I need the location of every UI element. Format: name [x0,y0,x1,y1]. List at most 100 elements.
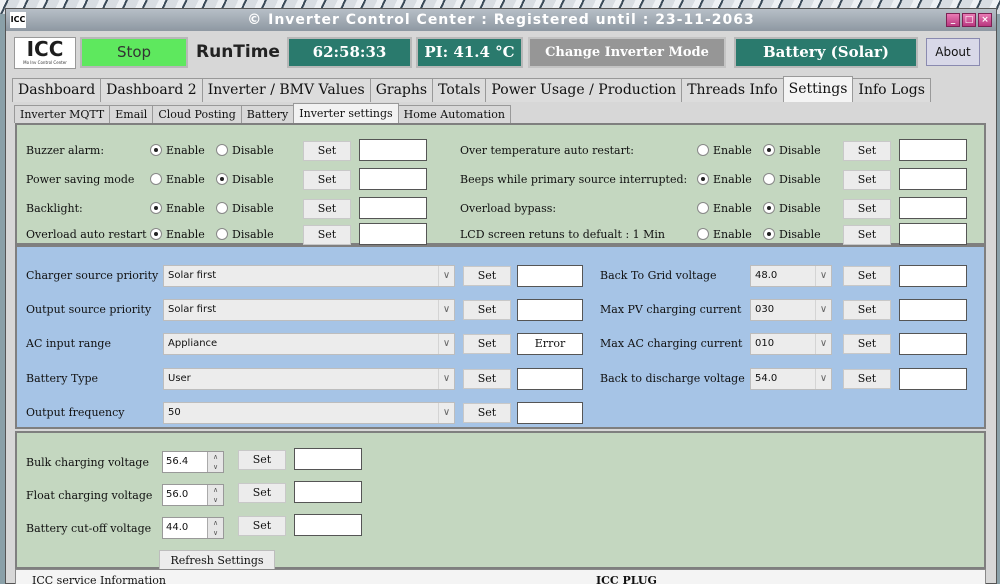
minimize-icon[interactable]: _ [946,13,960,27]
dropdown-select[interactable]: Solar first ∨ [163,299,455,321]
radio-disable[interactable] [216,144,228,156]
set-button[interactable]: Set [843,170,891,190]
toggle-left-3-enable-option[interactable]: Enable [150,228,205,242]
chevron-down-icon[interactable]: ∨ [438,334,454,354]
dropdown-select[interactable]: 54.0 ∨ [750,368,832,390]
toggle-left-2-disable-option[interactable]: Disable [216,202,274,216]
set-button[interactable]: Set [843,225,891,245]
dropdown-select[interactable]: 48.0 ∨ [750,265,832,287]
radio-disable[interactable] [216,228,228,240]
toggle-left-1-disable-option[interactable]: Disable [216,173,274,187]
toggle-left-3-disable-option[interactable]: Disable [216,228,274,242]
radio-enable[interactable] [150,228,162,240]
radio-enable[interactable] [697,173,709,185]
tab-info-logs[interactable]: Info Logs [852,78,931,102]
set-button[interactable]: Set [463,334,511,354]
select-label: Back to discharge voltage [600,372,745,385]
tab-threads-info[interactable]: Threads Info [681,78,784,102]
radio-disable[interactable] [763,228,775,240]
set-button[interactable]: Set [843,300,891,320]
tab-totals[interactable]: Totals [432,78,487,102]
subtab-cloud-posting[interactable]: Cloud Posting [152,105,242,123]
set-button[interactable]: Set [303,170,351,190]
maximize-icon[interactable]: □ [962,13,976,27]
toggle-right-2-disable-option[interactable]: Disable [763,202,821,216]
chevron-down-icon[interactable]: ∨ [815,369,831,389]
toggle-left-0-disable-option[interactable]: Disable [216,144,274,158]
toggle-right-3-enable-option[interactable]: Enable [697,228,752,242]
dropdown-select[interactable]: 50 ∨ [163,402,455,424]
tab-dashboard-2[interactable]: Dashboard 2 [100,78,203,102]
set-button[interactable]: Set [463,266,511,286]
tab-dashboard[interactable]: Dashboard [12,78,102,102]
tab-graphs[interactable]: Graphs [369,78,434,102]
set-button[interactable]: Set [843,266,891,286]
set-button[interactable]: Set [843,334,891,354]
radio-disable[interactable] [763,202,775,214]
chevron-down-icon[interactable]: ∨ [815,334,831,354]
close-icon[interactable]: × [978,13,992,27]
radio-enable[interactable] [697,202,709,214]
tab-power-usage-production[interactable]: Power Usage / Production [485,78,683,102]
subtab-email[interactable]: Email [109,105,154,123]
spinner-arrows-icon[interactable]: ∧ ∨ [207,452,223,472]
dropdown-select[interactable]: Solar first ∨ [163,265,455,287]
toggle-right-1-disable-option[interactable]: Disable [763,173,821,187]
radio-disable[interactable] [763,144,775,156]
set-button[interactable]: Set [463,300,511,320]
subtab-inverter-mqtt[interactable]: Inverter MQTT [14,105,111,123]
set-button[interactable]: Set [238,450,286,470]
subtab-inverter-settings[interactable]: Inverter settings [293,103,399,123]
about-button[interactable]: About [926,38,980,66]
set-button[interactable]: Set [843,141,891,161]
title-bar[interactable]: ICC © Inverter Control Center : Register… [6,9,996,31]
set-button[interactable]: Set [238,483,286,503]
toggle-right-3-disable-option[interactable]: Disable [763,228,821,242]
spinner-arrows-icon[interactable]: ∧ ∨ [207,485,223,505]
voltage-label: Bulk charging voltage [26,456,149,469]
dropdown-select[interactable]: 030 ∨ [750,299,832,321]
chevron-down-icon[interactable]: ∨ [438,369,454,389]
stop-button[interactable]: Stop [80,37,188,68]
dropdown-select[interactable]: 010 ∨ [750,333,832,355]
toggle-right-1-enable-option[interactable]: Enable [697,173,752,187]
toggle-right-2-enable-option[interactable]: Enable [697,202,752,216]
set-button[interactable]: Set [303,199,351,219]
voltage-spinbox[interactable]: 56.0 ∧ ∨ [162,484,224,506]
radio-enable[interactable] [150,173,162,185]
chevron-down-icon[interactable]: ∨ [438,300,454,320]
chevron-down-icon[interactable]: ∨ [438,403,454,423]
radio-disable[interactable] [216,202,228,214]
change-inverter-mode-button[interactable]: Change Inverter Mode [528,37,726,68]
toggle-left-0-enable-option[interactable]: Enable [150,144,205,158]
radio-enable[interactable] [697,228,709,240]
radio-enable[interactable] [150,144,162,156]
toggle-right-0-enable-option[interactable]: Enable [697,144,752,158]
toggle-left-2-enable-option[interactable]: Enable [150,202,205,216]
dropdown-select[interactable]: Appliance ∨ [163,333,455,355]
chevron-down-icon[interactable]: ∨ [815,266,831,286]
spinner-arrows-icon[interactable]: ∧ ∨ [207,518,223,538]
toggle-right-0-disable-option[interactable]: Disable [763,144,821,158]
subtab-home-automation[interactable]: Home Automation [397,105,512,123]
set-button[interactable]: Set [843,199,891,219]
radio-disable[interactable] [763,173,775,185]
radio-disable[interactable] [216,173,228,185]
set-button[interactable]: Set [843,369,891,389]
set-button[interactable]: Set [463,369,511,389]
subtab-battery[interactable]: Battery [240,105,295,123]
chevron-down-icon[interactable]: ∨ [815,300,831,320]
voltage-spinbox[interactable]: 44.0 ∧ ∨ [162,517,224,539]
tab-inverter-bmv-values[interactable]: Inverter / BMV Values [201,78,371,102]
toggle-left-1-enable-option[interactable]: Enable [150,173,205,187]
set-button[interactable]: Set [303,141,351,161]
voltage-spinbox[interactable]: 56.4 ∧ ∨ [162,451,224,473]
tab-settings[interactable]: Settings [782,76,854,102]
set-button[interactable]: Set [303,225,351,245]
set-button[interactable]: Set [238,516,286,536]
radio-enable[interactable] [697,144,709,156]
radio-enable[interactable] [150,202,162,214]
set-button[interactable]: Set [463,403,511,423]
chevron-down-icon[interactable]: ∨ [438,266,454,286]
dropdown-select[interactable]: User ∨ [163,368,455,390]
